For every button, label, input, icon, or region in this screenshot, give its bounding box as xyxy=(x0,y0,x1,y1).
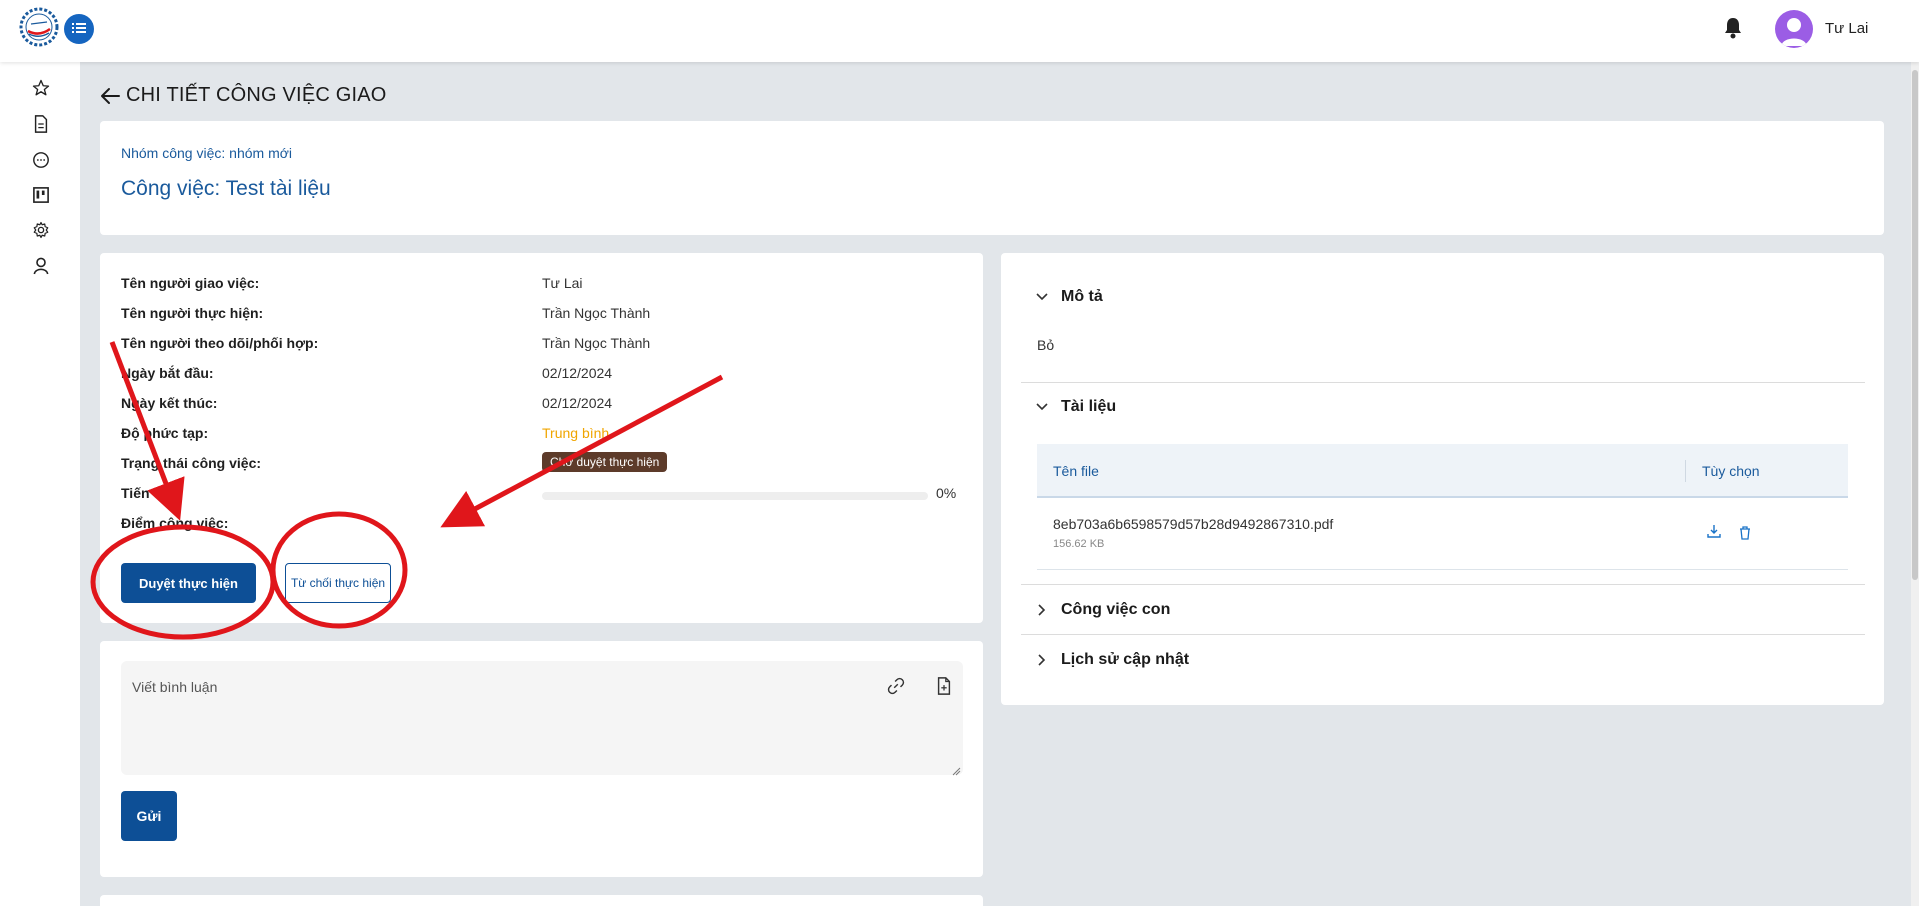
info-value: 02/12/2024 xyxy=(542,395,613,411)
info-label: Ngày kết thúc: xyxy=(121,395,218,411)
star-icon[interactable] xyxy=(30,77,52,99)
document-icon[interactable] xyxy=(30,113,52,135)
bottom-card xyxy=(100,895,983,906)
reject-button[interactable]: Từ chối thực hiện xyxy=(285,563,391,603)
section-subtasks-toggle[interactable]: Công việc con xyxy=(1035,601,1170,619)
page-title-row: CHI TIẾT CÔNG VIỆC GIAO xyxy=(100,84,387,107)
sidebar xyxy=(0,62,80,906)
info-label: Ngày bắt đầu: xyxy=(121,365,214,381)
file-table-header: Tên file Tùy chọn xyxy=(1037,444,1848,498)
chevron-down-icon xyxy=(1035,400,1049,414)
page-scrollbar[interactable] xyxy=(1911,62,1919,906)
task-info-card: Tên người giao việc: Tư Lai Tên người thực… xyxy=(100,253,983,623)
comment-placeholder: Viết bình luận xyxy=(132,679,218,695)
board-icon[interactable] xyxy=(30,184,52,206)
file-size: 156.62 KB xyxy=(1053,538,1105,550)
send-comment-button[interactable]: Gửi xyxy=(121,791,177,841)
trash-icon[interactable] xyxy=(1739,526,1755,542)
comment-input[interactable]: Viết bình luận xyxy=(121,661,963,776)
section-history-title: Lịch sử cập nhật xyxy=(1061,651,1190,668)
section-description-title: Mô tả xyxy=(1061,288,1103,305)
info-label: Điểm công việc: xyxy=(121,515,229,531)
chat-icon[interactable] xyxy=(30,149,52,171)
status-badge: Chờ duyệt thực hiện xyxy=(542,452,668,472)
info-value: Trần Ngọc Thành xyxy=(542,335,651,351)
progress-percent: 0% xyxy=(936,485,957,501)
section-documents-toggle[interactable]: Tài liệu xyxy=(1035,398,1116,416)
file-name[interactable]: 8eb703a6b6598579d57b28d9492867310.pdf xyxy=(1053,516,1333,532)
menu-toggle-button[interactable] xyxy=(64,14,94,44)
file-add-icon[interactable] xyxy=(936,677,956,697)
link-icon[interactable] xyxy=(887,677,907,697)
divider xyxy=(1021,634,1865,635)
divider xyxy=(1021,584,1865,585)
section-history-toggle[interactable]: Lịch sử cập nhật xyxy=(1035,651,1189,669)
arrow-left-icon[interactable] xyxy=(100,85,122,107)
user-avatar-icon[interactable] xyxy=(1775,10,1813,48)
chevron-right-icon xyxy=(1035,603,1049,617)
info-value: Trung bình xyxy=(542,425,610,441)
info-label: Trạng thái công việc: xyxy=(121,455,262,471)
info-label: Tên người theo dõi/phối hợp: xyxy=(121,335,319,351)
gear-icon[interactable] xyxy=(30,219,52,241)
section-subtasks-title: Công việc con xyxy=(1061,601,1171,618)
task-header-card: Nhóm công việc: nhóm mới Công việc: Test… xyxy=(100,121,1884,235)
comment-card: Viết bình luận Gửi xyxy=(100,641,983,877)
task-detail-card: Mô tả Bỏ Tài liệu Tên file Tùy chọn 8eb7… xyxy=(1001,253,1884,705)
menu-icon xyxy=(72,22,86,37)
task-title: Công việc: Test tài liệu xyxy=(121,177,331,200)
info-label: Tên người thực hiện: xyxy=(121,305,264,321)
user-name[interactable]: Tư Lai xyxy=(1825,20,1868,37)
info-value: Trần Ngọc Thành xyxy=(542,305,651,321)
section-documents-title: Tài liệu xyxy=(1061,398,1117,415)
info-label: Tiến độ: xyxy=(121,485,176,501)
chevron-right-icon xyxy=(1035,653,1049,667)
chevron-down-icon xyxy=(1035,290,1049,304)
logo-icon[interactable] xyxy=(14,6,64,48)
bell-icon[interactable] xyxy=(1720,14,1746,42)
column-header-options: Tùy chọn xyxy=(1702,463,1760,479)
description-text: Bỏ xyxy=(1037,337,1055,353)
progress-bar xyxy=(542,492,928,500)
page-title: CHI TIẾT CÔNG VIỆC GIAO xyxy=(126,84,387,106)
resize-handle[interactable] xyxy=(951,763,961,776)
person-icon[interactable] xyxy=(30,255,52,277)
file-table: Tên file Tùy chọn 8eb703a6b6598579d57b28… xyxy=(1037,444,1848,570)
scrollbar-thumb[interactable] xyxy=(1912,70,1918,580)
section-description-toggle[interactable]: Mô tả xyxy=(1035,288,1103,306)
approve-button[interactable]: Duyệt thực hiện xyxy=(121,563,256,603)
column-separator xyxy=(1685,460,1686,482)
task-group-label: Nhóm công việc: nhóm mới xyxy=(121,145,293,161)
divider xyxy=(1021,382,1865,383)
top-bar: Tư Lai xyxy=(0,0,1919,62)
info-value: 02/12/2024 xyxy=(542,365,613,381)
download-icon[interactable] xyxy=(1707,524,1723,540)
info-value: Tư Lai xyxy=(542,275,583,291)
column-header-file-name: Tên file xyxy=(1053,463,1099,479)
info-label: Tên người giao việc: xyxy=(121,275,260,291)
info-label: Độ phức tạp: xyxy=(121,425,209,441)
table-row: 8eb703a6b6598579d57b28d9492867310.pdf 15… xyxy=(1037,498,1848,570)
